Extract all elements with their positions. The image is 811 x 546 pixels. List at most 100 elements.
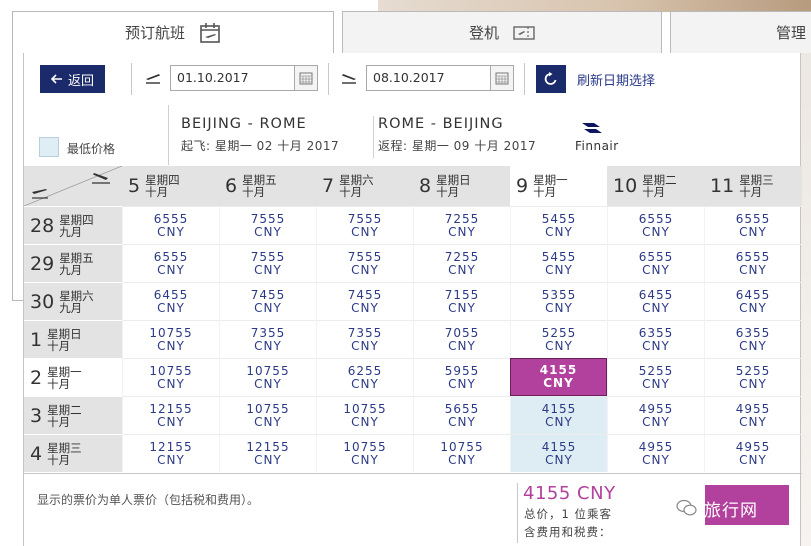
tab-manage[interactable]: 管理 — [670, 11, 811, 53]
fare-cell[interactable]: 5455 CNY — [510, 206, 607, 244]
fare-currency: CNY — [739, 262, 767, 277]
row-day-number: 29 — [30, 252, 55, 275]
fare-cell[interactable]: 10755 CNY — [219, 358, 316, 396]
fare-amount: 4955 — [735, 439, 771, 454]
fare-cell[interactable]: 6255 CNY — [316, 358, 413, 396]
tab-checkin[interactable]: 登机 — [342, 11, 662, 53]
fare-amount: 10755 — [246, 363, 290, 378]
refresh-dates-button[interactable] — [536, 65, 566, 93]
fare-currency: CNY — [254, 376, 282, 391]
fare-cell[interactable]: 10755 CNY — [122, 358, 219, 396]
fare-cell[interactable]: 4155 CNY — [510, 358, 607, 396]
fare-cell[interactable]: 6355 CNY — [607, 320, 704, 358]
fare-amount: 4955 — [638, 401, 674, 416]
fare-cell[interactable]: 5255 CNY — [510, 320, 607, 358]
back-button[interactable]: 返回 — [40, 65, 105, 93]
fare-cell[interactable]: 7155 CNY — [413, 282, 510, 320]
row-month: 十月 — [47, 414, 71, 429]
fare-cell[interactable]: 5455 CNY — [510, 244, 607, 282]
fare-cell[interactable]: 6455 CNY — [704, 282, 801, 320]
fare-cell[interactable]: 6555 CNY — [122, 206, 219, 244]
row-month: 九月 — [59, 300, 83, 315]
fare-cell[interactable]: 10755 CNY — [316, 434, 413, 472]
fare-currency: CNY — [545, 300, 573, 315]
fare-cell[interactable]: 12155 CNY — [122, 434, 219, 472]
fare-cell[interactable]: 7355 CNY — [316, 320, 413, 358]
fare-cell[interactable]: 5355 CNY — [510, 282, 607, 320]
fare-amount: 6555 — [153, 249, 189, 264]
fare-cell[interactable]: 5655 CNY — [413, 396, 510, 434]
fare-currency: CNY — [642, 376, 670, 391]
fare-cell[interactable]: 4955 CNY — [607, 434, 704, 472]
column-weekday-month: 星期四 十月 — [145, 174, 180, 198]
fare-cell[interactable]: 6455 CNY — [607, 282, 704, 320]
column-weekday-month: 星期五 十月 — [242, 174, 277, 198]
fare-currency: CNY — [739, 338, 767, 353]
fare-cell[interactable]: 6555 CNY — [607, 244, 704, 282]
departure-date-row-header: 29 星期五 九月 — [24, 244, 122, 282]
return-plane-icon — [342, 74, 356, 84]
fare-cell[interactable]: 10755 CNY — [219, 396, 316, 434]
fare-cell[interactable]: 12155 CNY — [122, 396, 219, 434]
fare-currency: CNY — [351, 376, 379, 391]
tab-book-flight-label: 预订航班 — [124, 24, 185, 42]
return-calendar-button[interactable] — [490, 65, 514, 91]
fare-currency: CNY — [157, 300, 185, 315]
fare-cell[interactable]: 7255 CNY — [413, 244, 510, 282]
fare-cell[interactable]: 5255 CNY — [607, 358, 704, 396]
fare-cell[interactable]: 5955 CNY — [413, 358, 510, 396]
fare-cell[interactable]: 6555 CNY — [704, 244, 801, 282]
column-month: 十月 — [339, 185, 363, 199]
fare-currency: CNY — [642, 452, 670, 467]
fare-cell[interactable]: 12155 CNY — [219, 434, 316, 472]
fare-cell[interactable]: 4155 CNY — [510, 434, 607, 472]
finnair-logo-icon — [582, 123, 602, 133]
departure-calendar-button[interactable] — [294, 65, 318, 91]
total-tax-note: 含费用和税费： — [524, 525, 612, 539]
fare-cell[interactable]: 10755 CNY — [122, 320, 219, 358]
refresh-dates-link[interactable]: 刷新日期选择 — [577, 70, 655, 89]
column-month: 十月 — [242, 185, 266, 199]
departure-date-row-header: 28 星期四 九月 — [24, 206, 122, 244]
fare-cell[interactable]: 7555 CNY — [219, 244, 316, 282]
fare-cell[interactable]: 7455 CNY — [316, 282, 413, 320]
fare-cell[interactable]: 10755 CNY — [413, 434, 510, 472]
fare-amount: 10755 — [343, 439, 387, 454]
fare-calendar-panel: 返回 01.10.2017 08.10.2017 刷新日期选择 最低价格 BEI… — [23, 53, 802, 546]
fare-amount: 7255 — [444, 249, 480, 264]
fare-cell[interactable]: 7055 CNY — [413, 320, 510, 358]
fare-currency: CNY — [642, 300, 670, 315]
return-date-column-header: 6 星期五 十月 — [219, 166, 316, 206]
fare-cell[interactable]: 6555 CNY — [704, 206, 801, 244]
fare-cell[interactable]: 4955 CNY — [704, 434, 801, 472]
fare-cell[interactable]: 7455 CNY — [219, 282, 316, 320]
fare-currency: CNY — [739, 300, 767, 315]
fare-cell[interactable]: 5255 CNY — [704, 358, 801, 396]
fare-cell[interactable]: 7555 CNY — [316, 206, 413, 244]
column-day-number: 8 — [419, 175, 432, 197]
fare-cell[interactable]: 6555 CNY — [122, 244, 219, 282]
fare-cell[interactable]: 7355 CNY — [219, 320, 316, 358]
fare-cell[interactable]: 7555 CNY — [316, 244, 413, 282]
fare-cell[interactable]: 4955 CNY — [607, 396, 704, 434]
fare-cell[interactable]: 6555 CNY — [607, 206, 704, 244]
fare-cell[interactable]: 4955 CNY — [704, 396, 801, 434]
departure-plane-icon — [146, 74, 160, 84]
fare-cell[interactable]: 6355 CNY — [704, 320, 801, 358]
fare-cell[interactable]: 10755 CNY — [316, 396, 413, 434]
fare-cell[interactable]: 6455 CNY — [122, 282, 219, 320]
toolbar-divider — [328, 63, 329, 95]
fare-amount: 6555 — [735, 211, 771, 226]
column-day-number: 7 — [322, 175, 335, 197]
fare-cell[interactable]: 7255 CNY — [413, 206, 510, 244]
tab-book-flight[interactable]: 预订航班 — [12, 11, 334, 53]
column-weekday-month: 星期六 十月 — [339, 174, 374, 198]
fare-amount: 4155 — [541, 401, 577, 416]
fare-currency: CNY — [448, 338, 476, 353]
column-month: 十月 — [145, 185, 169, 199]
fare-amount: 5355 — [541, 287, 577, 302]
fare-cell[interactable]: 4155 CNY — [510, 396, 607, 434]
fare-cell[interactable]: 7555 CNY — [219, 206, 316, 244]
fare-amount: 12155 — [246, 439, 290, 454]
fare-currency: CNY — [157, 224, 185, 239]
